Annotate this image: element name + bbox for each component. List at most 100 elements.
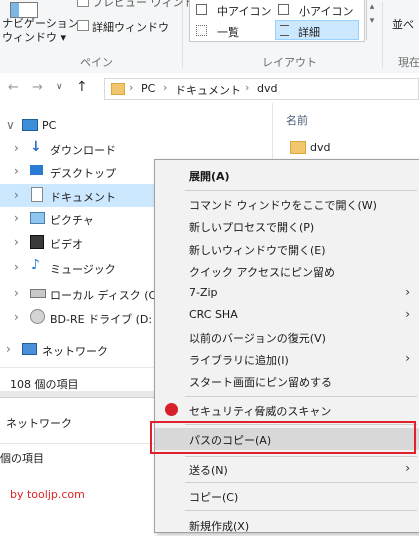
back-button[interactable]: ← xyxy=(8,80,19,95)
list-icon xyxy=(196,25,207,36)
nav-item-documents[interactable]: › ドキュメント xyxy=(0,184,154,207)
chevron-down-icon: ∨ xyxy=(6,118,15,132)
menu-item-send-to[interactable]: 送る(N) › xyxy=(155,458,419,480)
nav-item-music[interactable]: › ♪ ミュージック xyxy=(0,256,152,279)
menu-item-open-new-process[interactable]: 新しいプロセスで開く(P) xyxy=(155,215,419,237)
up-button[interactable]: ↑ xyxy=(76,79,88,95)
menu-label: 送る(N) xyxy=(189,464,228,477)
watermark: by tooljp.com xyxy=(10,488,85,501)
nav-item-downloads[interactable]: › ↓ ダウンロード xyxy=(0,137,152,160)
recent-dropdown[interactable]: ∨ xyxy=(56,82,63,92)
list-option[interactable]: 一覧 xyxy=(217,24,239,40)
address-chevron-icon: › xyxy=(245,81,250,94)
nav-label: デスクトップ xyxy=(50,167,116,180)
details-pane-button[interactable]: 詳細ウィンドウ xyxy=(92,19,169,35)
ribbon: ナビゲーション ウィンドウ ▾ プレビュー ウィンドウ 詳細ウィンドウ ペイン … xyxy=(0,0,419,74)
menu-item-open-new-window[interactable]: 新しいウィンドウで開く(E) xyxy=(155,238,419,260)
menu-item-open-cmd[interactable]: コマンド ウィンドウをここで開く(W) xyxy=(155,193,419,215)
menu-item-new[interactable]: 新規作成(X) xyxy=(155,514,419,536)
menu-item-security-scan[interactable]: セキュリティ脅威のスキャン xyxy=(155,399,419,421)
gallery-up-icon: ▴ xyxy=(369,2,375,12)
chevron-right-icon: › xyxy=(14,188,19,202)
menu-label: 新規作成(X) xyxy=(189,520,250,533)
nav-pane-label-2: ウィンドウ ▾ xyxy=(2,31,67,44)
details-pane-icon xyxy=(77,20,89,31)
details-label: 詳細 xyxy=(298,26,320,39)
nav-item-pc[interactable]: ∨ PC xyxy=(0,114,152,137)
drive-icon xyxy=(30,289,46,298)
nav-label: ピクチャ xyxy=(50,214,94,227)
nav-label: ローカル ディスク (C:) xyxy=(50,289,165,302)
computer-icon xyxy=(22,119,38,131)
nav-label: ミュージック xyxy=(50,263,116,276)
menu-separator xyxy=(185,190,417,191)
menu-item-pin-start[interactable]: スタート画面にピン留めする xyxy=(155,370,419,392)
address-bar[interactable]: › PC › ドキュメント › dvd xyxy=(104,78,419,100)
menu-item-expand[interactable]: 展開(A) xyxy=(155,164,419,186)
menu-item-crc-sha[interactable]: CRC SHA › xyxy=(155,304,419,326)
menu-label: 新しいウィンドウで開く(E) xyxy=(189,244,326,257)
submenu-arrow-icon: › xyxy=(405,351,410,365)
group-current-label: 現在 xyxy=(398,56,419,69)
crumb-pc[interactable]: PC xyxy=(141,82,155,95)
crumb-dvd[interactable]: dvd xyxy=(257,82,277,95)
details-option[interactable]: 詳細 xyxy=(275,20,359,40)
menu-separator xyxy=(185,456,417,457)
menu-label: ライブラリに追加(I) xyxy=(189,354,289,367)
nav-item-desktop[interactable]: › デスクトップ xyxy=(0,160,152,183)
menu-label: コピー(C) xyxy=(189,491,239,504)
menu-label: 以前のバージョンの復元(V) xyxy=(189,332,326,345)
nav-item-bd-drive[interactable]: › BD-RE ドライブ (D:) 1 xyxy=(0,306,152,329)
menu-separator xyxy=(185,482,417,483)
nav-pane-button[interactable]: ナビゲーション ウィンドウ ▾ xyxy=(2,17,79,45)
menu-label: 新しいプロセスで開く(P) xyxy=(189,221,315,234)
menu-label: クイック アクセスにピン留め xyxy=(189,266,335,279)
group-pane-label: ペイン xyxy=(80,56,113,69)
item-count: 108 個の項目 xyxy=(10,378,79,391)
chevron-right-icon: › xyxy=(14,235,19,249)
sort-button[interactable]: 並べ xyxy=(392,16,414,32)
nav-item-videos[interactable]: › ビデオ xyxy=(0,231,152,254)
chevron-right-icon: › xyxy=(14,211,19,225)
gallery-scroll[interactable]: ▴ ▾ xyxy=(366,0,377,40)
bg-network-label: ネットワーク xyxy=(6,417,72,430)
chevron-right-icon: › xyxy=(14,310,19,324)
submenu-arrow-icon: › xyxy=(405,285,410,299)
small-icons-option[interactable]: 小アイコン xyxy=(299,3,353,19)
medium-icons-icon xyxy=(196,4,207,15)
highlight-frame xyxy=(150,421,416,454)
nav-label: ダウンロード xyxy=(50,144,116,157)
medium-icons-option[interactable]: 中アイコン xyxy=(217,3,271,19)
file-row-dvd[interactable]: dvd xyxy=(284,138,419,158)
documents-icon xyxy=(31,187,43,202)
chevron-right-icon: › xyxy=(0,413,1,427)
folder-icon xyxy=(111,83,125,95)
nav-label: ドキュメント xyxy=(50,191,116,204)
chevron-right-icon: › xyxy=(14,141,19,155)
submenu-arrow-icon: › xyxy=(405,461,410,475)
group-layout-label: レイアウト xyxy=(262,56,317,69)
menu-item-7zip[interactable]: 7-Zip › xyxy=(155,282,419,304)
menu-item-copy[interactable]: コピー(C) xyxy=(155,485,419,507)
bg-status: 個の項目 xyxy=(0,443,154,470)
forward-button[interactable]: → xyxy=(32,80,43,95)
submenu-arrow-icon: › xyxy=(405,307,410,321)
menu-item-add-to-library[interactable]: ライブラリに追加(I) › xyxy=(155,348,419,370)
menu-label: CRC SHA xyxy=(189,308,238,321)
nav-pane-icon xyxy=(10,2,38,18)
status-bar: 108 個の項目 xyxy=(0,367,154,392)
column-header-name[interactable]: 名前 xyxy=(286,112,308,128)
menu-separator xyxy=(185,510,417,511)
context-menu: 展開(A) コマンド ウィンドウをここで開く(W) 新しいプロセスで開く(P) … xyxy=(154,159,419,533)
nav-item-network[interactable]: › ネットワーク xyxy=(0,338,152,361)
menu-item-restore-versions[interactable]: 以前のバージョンの復元(V) xyxy=(155,326,419,348)
crumb-documents[interactable]: ドキュメント xyxy=(175,82,241,98)
nav-item-pictures[interactable]: › ピクチャ xyxy=(0,207,152,230)
preview-pane-icon xyxy=(77,0,89,7)
address-chevron-icon: › xyxy=(163,81,168,94)
chevron-right-icon: › xyxy=(14,260,19,274)
network-icon xyxy=(22,343,37,355)
menu-item-pin-quick-access[interactable]: クイック アクセスにピン留め xyxy=(155,260,419,282)
nav-label: BD-RE ドライブ (D:) 1 xyxy=(50,313,152,326)
nav-item-local-disk[interactable]: › ローカル ディスク (C:) xyxy=(0,282,164,305)
